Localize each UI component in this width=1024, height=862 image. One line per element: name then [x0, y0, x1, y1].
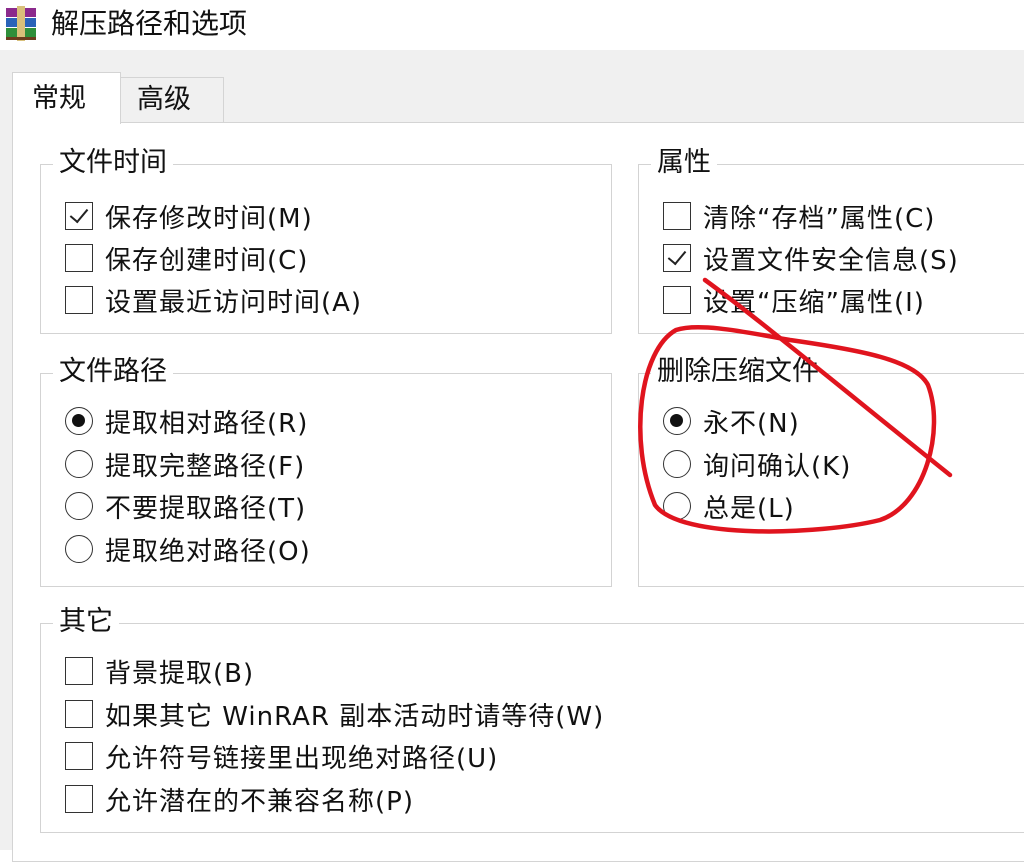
option-label: 询问确认(K) [703, 451, 852, 482]
delete-always-radio[interactable]: 总是(L) [663, 488, 795, 524]
radio-selected[interactable] [65, 407, 93, 435]
file-path-group: 文件路径 提取相对路径(R) 提取完整路径(F) 不要提取路径(T) 提取绝对路… [40, 352, 612, 587]
window-title: 解压路径和选项 [51, 7, 248, 40]
radio[interactable] [65, 535, 93, 563]
option-label: 保存修改时间(M) [105, 203, 313, 234]
tab-general[interactable]: 常规 [12, 72, 121, 124]
option-label: 不要提取路径(T) [105, 493, 307, 524]
extract-relative-path-radio[interactable]: 提取相对路径(R) [65, 403, 308, 439]
set-last-access-time-checkbox[interactable]: 设置最近访问时间(A) [65, 282, 362, 318]
option-label: 永不(N) [703, 408, 800, 439]
tab-advanced[interactable]: 高级 [121, 77, 224, 123]
radio[interactable] [65, 450, 93, 478]
delete-never-radio[interactable]: 永不(N) [663, 403, 800, 439]
attributes-legend: 属性 [651, 143, 717, 183]
checkbox[interactable] [663, 286, 691, 314]
save-creation-time-checkbox[interactable]: 保存创建时间(C) [65, 240, 308, 276]
checkbox[interactable] [65, 244, 93, 272]
option-label: 总是(L) [703, 493, 795, 524]
wait-other-instances-checkbox[interactable]: 如果其它 WinRAR 副本活动时请等待(W) [65, 696, 604, 732]
file-time-legend: 文件时间 [53, 143, 173, 183]
radio[interactable] [663, 492, 691, 520]
checkbox-checked[interactable] [663, 244, 691, 272]
no-path-radio[interactable]: 不要提取路径(T) [65, 488, 306, 524]
option-label: 设置文件安全信息(S) [703, 245, 959, 276]
option-label: 提取完整路径(F) [105, 451, 306, 482]
tab-advanced-label: 高级 [137, 84, 191, 115]
winrar-books-icon [6, 6, 36, 41]
set-security-info-checkbox[interactable]: 设置文件安全信息(S) [663, 240, 959, 276]
radio[interactable] [663, 450, 691, 478]
checkbox[interactable] [65, 742, 93, 770]
title-bar: 解压路径和选项 [0, 0, 1024, 50]
background-extract-checkbox[interactable]: 背景提取(B) [65, 653, 254, 689]
extract-absolute-path-radio[interactable]: 提取绝对路径(O) [65, 531, 311, 567]
radio-selected[interactable] [663, 407, 691, 435]
option-label: 提取相对路径(R) [105, 408, 309, 439]
option-label: 清除“存档”属性(C) [703, 203, 936, 234]
radio[interactable] [65, 492, 93, 520]
option-label: 提取绝对路径(O) [105, 536, 311, 567]
checkbox[interactable] [663, 202, 691, 230]
delete-archive-group: 删除压缩文件 永不(N) 询问确认(K) 总是(L) [638, 352, 1024, 587]
option-label: 设置最近访问时间(A) [105, 287, 363, 318]
save-modified-time-checkbox[interactable]: 保存修改时间(M) [65, 198, 313, 234]
checkbox[interactable] [65, 657, 93, 685]
delete-archive-legend: 删除压缩文件 [651, 352, 825, 392]
checkbox[interactable] [65, 700, 93, 728]
allow-incompatible-names-checkbox[interactable]: 允许潜在的不兼容名称(P) [65, 781, 414, 817]
allow-absolute-symlinks-checkbox[interactable]: 允许符号链接里出现绝对路径(U) [65, 738, 498, 774]
checkbox[interactable] [65, 785, 93, 813]
option-label: 允许潜在的不兼容名称(P) [105, 786, 414, 817]
attributes-group: 属性 清除“存档”属性(C) 设置文件安全信息(S) 设置“压缩”属性(I) [638, 143, 1024, 334]
option-label: 如果其它 WinRAR 副本活动时请等待(W) [105, 701, 605, 732]
checkbox-checked[interactable] [65, 202, 93, 230]
delete-ask-radio[interactable]: 询问确认(K) [663, 446, 851, 482]
option-label: 设置“压缩”属性(I) [703, 287, 925, 318]
file-path-legend: 文件路径 [53, 352, 173, 392]
option-label: 保存创建时间(C) [105, 245, 309, 276]
option-label: 背景提取(B) [105, 658, 255, 689]
tab-general-label: 常规 [32, 83, 86, 114]
misc-legend: 其它 [53, 602, 119, 642]
checkbox[interactable] [65, 286, 93, 314]
file-time-group: 文件时间 保存修改时间(M) 保存创建时间(C) 设置最近访问时间(A) [40, 143, 612, 334]
option-label: 允许符号链接里出现绝对路径(U) [105, 743, 499, 774]
clear-archive-attribute-checkbox[interactable]: 清除“存档”属性(C) [663, 198, 935, 234]
set-compressed-attribute-checkbox[interactable]: 设置“压缩”属性(I) [663, 282, 925, 318]
misc-group: 其它 背景提取(B) 如果其它 WinRAR 副本活动时请等待(W) 允许符号链… [40, 602, 1024, 833]
extract-full-path-radio[interactable]: 提取完整路径(F) [65, 446, 305, 482]
